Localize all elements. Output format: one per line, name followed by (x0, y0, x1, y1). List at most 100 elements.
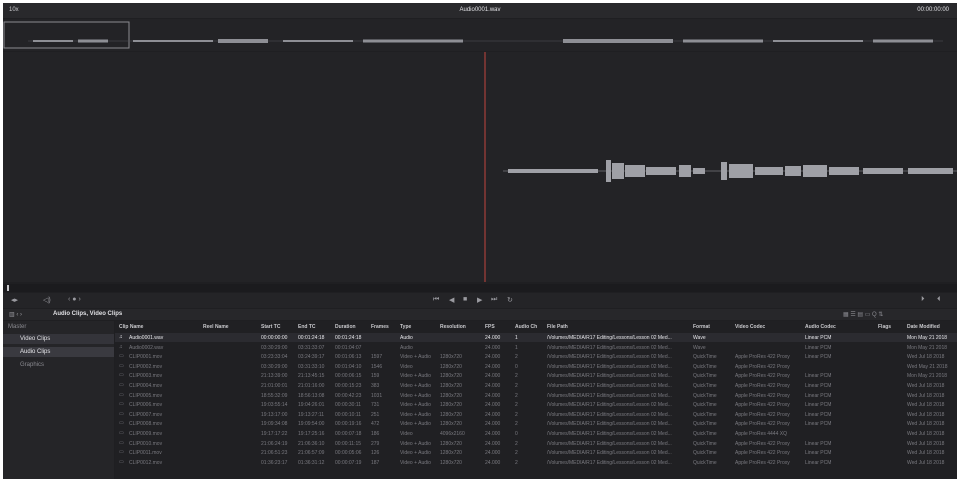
bin-master[interactable]: Master (3, 322, 114, 332)
column-header[interactable]: Video Codec (735, 324, 803, 330)
column-header[interactable]: File Path (547, 324, 691, 330)
table-cell: Wed Jul 18 2018 (907, 450, 945, 457)
play-icon[interactable]: ▶ (477, 296, 482, 304)
column-header[interactable]: Duration (335, 324, 370, 330)
table-cell: 24.000 (485, 373, 501, 380)
overview-waveform (3, 21, 943, 49)
loop-icon[interactable]: ↻ (507, 296, 513, 304)
table-cell: CLIP0003.mov (129, 373, 163, 380)
column-header[interactable]: Type (400, 324, 438, 330)
table-cell: QuickTime (693, 383, 717, 389)
table-cell: Wed Jul 18 2018 (907, 421, 945, 428)
step-back-icon[interactable]: ◀ (449, 296, 454, 304)
table-cell: 2 (515, 392, 518, 399)
table-cell: Audio0002.wav (129, 344, 164, 351)
marker-nav-icon[interactable]: ‹ ● › (68, 296, 81, 303)
table-row[interactable]: ▭ CLIP0012.mov 01:36:23:17 01:36:31:12 00:00… (115, 458, 957, 467)
table-cell: Video + Audio (400, 383, 431, 389)
table-row[interactable]: ♫ Audio0001.wav 00:00:00:00 00:01:24:18 00:0… (115, 333, 957, 342)
table-cell: 21:06:36:10 (298, 440, 325, 447)
audio-clip-icon: ♫ (119, 343, 123, 350)
table-cell: Apple ProRes 422 Proxy (735, 459, 790, 466)
bin-audio-clips[interactable]: Audio Clips (3, 347, 114, 357)
table-cell: Mon May 21 2018 (907, 335, 948, 341)
table-cell: Video + Audio (400, 373, 431, 380)
clip-title[interactable]: Audio0001.wav (3, 7, 957, 13)
column-header[interactable]: Clip Name (119, 324, 199, 330)
table-row[interactable]: ▭ CLIP0010.mov 21:06:24:19 21:06:36:10 00:00… (115, 439, 957, 448)
waveform-overview[interactable] (3, 19, 957, 51)
table-row[interactable]: ▭ CLIP0002.mov 03:30:29:00 03:31:33:10 00:01… (115, 362, 957, 371)
table-row[interactable]: ▭ CLIP0004.mov 21:01:00:01 21:01:16:00 00:00… (115, 381, 957, 390)
table-row[interactable]: ▭ CLIP0005.mov 18:55:32:09 18:56:13:08 00:00… (115, 391, 957, 400)
bin-video-clips[interactable]: Video Clips (3, 334, 114, 344)
waveform-display (484, 52, 957, 282)
column-header[interactable]: Audio Ch (515, 324, 545, 330)
table-row[interactable]: ▭ CLIP0006.mov 19:03:55:14 19:04:26:01 00:00… (115, 400, 957, 409)
table-cell: /Volumes/MEDIA/R17 Editing/Lessons/Lesso… (547, 392, 672, 399)
table-cell: CLIP0011.mov (129, 450, 162, 457)
table-row[interactable]: ▭ CLIP0007.mov 19:13:17:00 19:13:27:11 00:00… (115, 410, 957, 419)
column-header[interactable]: Reel Name (203, 324, 258, 330)
table-cell: Linear PCM (805, 392, 832, 399)
bin-list: Master Video Clips Audio Clips Graphics (3, 321, 114, 479)
table-row[interactable]: ▭ CLIP0003.mov 21:13:39:00 21:13:45:15 00:00… (115, 371, 957, 380)
table-row[interactable]: ▭ CLIP0008.mov 19:09:34:08 19:09:54:00 00:00… (115, 419, 957, 428)
column-header[interactable]: FPS (485, 324, 513, 330)
jog-scrub-bar[interactable] (3, 284, 957, 292)
column-header[interactable]: Flags (878, 324, 903, 330)
table-cell: Apple ProRes 422 Proxy (735, 411, 790, 418)
table-cell: Linear PCM (805, 440, 832, 447)
column-header[interactable]: Format (693, 324, 733, 330)
sidebar-toggle-icon[interactable]: ▥ ‹ › (9, 311, 22, 318)
table-row[interactable]: ♫ Audio0002.wav 03:30:29:00 03:31:33:07 00:0… (115, 343, 957, 352)
table-cell: Linear PCM (805, 373, 832, 380)
table-cell: Apple ProRes 422 Proxy (735, 421, 790, 428)
table-cell: 24.000 (485, 402, 501, 409)
column-header[interactable]: Resolution (440, 324, 484, 330)
audio-viewer[interactable] (3, 52, 957, 282)
mark-out-icon[interactable]: ⏴ (937, 296, 941, 304)
column-header[interactable]: Date Modified (907, 324, 957, 330)
column-header[interactable]: Audio Codec (805, 324, 875, 330)
scrub-handle[interactable] (7, 285, 9, 291)
video-clip-icon: ▭ (119, 439, 124, 446)
table-row[interactable]: ▭ CLIP0009.mov 19:17:17:22 19:17:25:16 00:00… (115, 429, 957, 438)
bin-graphics[interactable]: Graphics (3, 360, 114, 370)
audio-output-icon[interactable]: ◂▸ (11, 296, 18, 304)
table-cell: Video (400, 363, 413, 370)
table-cell: 00:00:07:19 (335, 459, 362, 466)
table-cell: 00:00:19:16 (335, 421, 362, 428)
table-cell: 1031 (371, 392, 383, 399)
table-cell: 1280x720 (440, 421, 462, 428)
video-clip-icon: ▭ (119, 401, 124, 408)
table-cell: CLIP0012.mov (129, 459, 163, 466)
view-mode-icons[interactable]: ▦ ☰ ▤ ▭ Q ⇅ (843, 311, 883, 318)
jump-to-start-icon[interactable]: ⏮ (433, 296, 439, 304)
column-header[interactable]: End TC (298, 324, 334, 330)
table-cell: Video + Audio (400, 392, 431, 399)
video-clip-icon: ▭ (119, 430, 124, 436)
table-cell: 0 (515, 431, 518, 437)
speaker-icon[interactable]: ◁) (43, 296, 51, 304)
table-cell: 1280x720 (440, 363, 462, 370)
stop-icon[interactable]: ■ (463, 296, 467, 303)
table-cell: QuickTime (693, 363, 717, 370)
table-cell: Apple ProRes 422 Proxy (735, 373, 790, 380)
table-cell: 03:24:39:17 (298, 354, 325, 361)
column-header[interactable]: Frames (371, 324, 398, 330)
jump-to-end-icon[interactable]: ⏭ (491, 296, 497, 304)
table-cell: Mon May 21 2018 (907, 344, 948, 351)
column-header[interactable]: Start TC (261, 324, 297, 330)
table-cell: 1280x720 (440, 450, 462, 457)
table-cell: Linear PCM (805, 402, 832, 409)
table-cell: 19:13:17:00 (261, 411, 288, 418)
table-cell: Mon May 21 2018 (907, 373, 948, 380)
table-cell: 03:31:33:10 (298, 363, 325, 370)
table-cell: 2 (515, 354, 518, 361)
mark-in-icon[interactable]: ⏵ (921, 296, 925, 304)
table-row[interactable]: ▭ CLIP0011.mov 21:06:51:23 21:06:57:09 00:00… (115, 448, 957, 457)
table-cell: /Volumes/MEDIA/R17 Editing/Lessons/Lesso… (547, 421, 672, 428)
table-cell: Audio (400, 344, 413, 351)
table-row[interactable]: ▭ CLIP0001.mov 03:23:33:04 03:24:39:17 00:01… (115, 352, 957, 361)
